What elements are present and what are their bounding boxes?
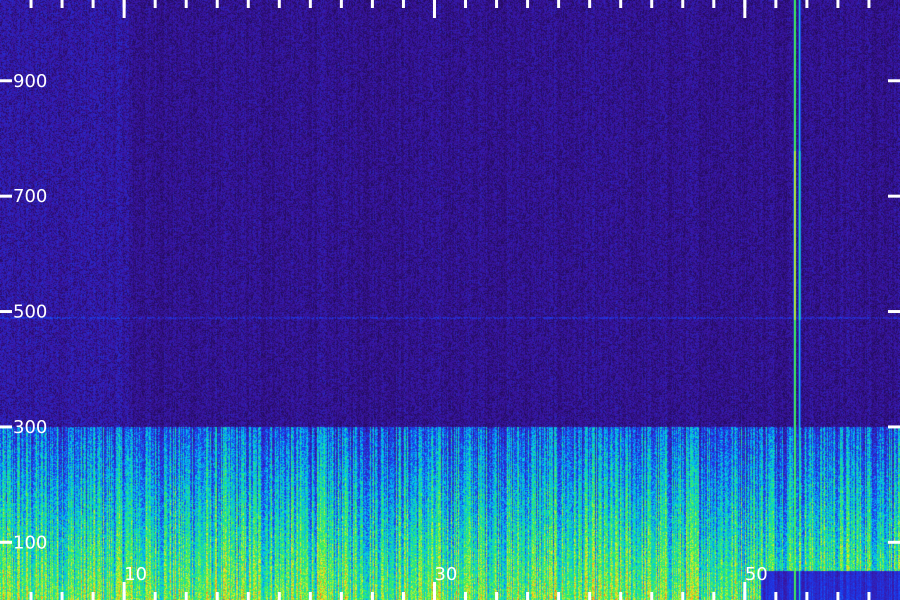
y-tick-label: 300 [13,417,47,438]
y-tick-label: 100 [13,532,47,553]
x-tick-label: 50 [745,564,768,585]
spectrogram-chart: 10 30 50 100 300 500 700 900 [0,0,900,600]
x-tick-label: 30 [434,564,457,585]
chart-axes: 10 30 50 100 300 500 700 900 [0,0,900,600]
x-tick-label: 10 [124,564,147,585]
y-tick-label: 500 [13,302,47,323]
y-tick-label: 900 [13,71,47,92]
y-tick-label: 700 [13,186,47,207]
